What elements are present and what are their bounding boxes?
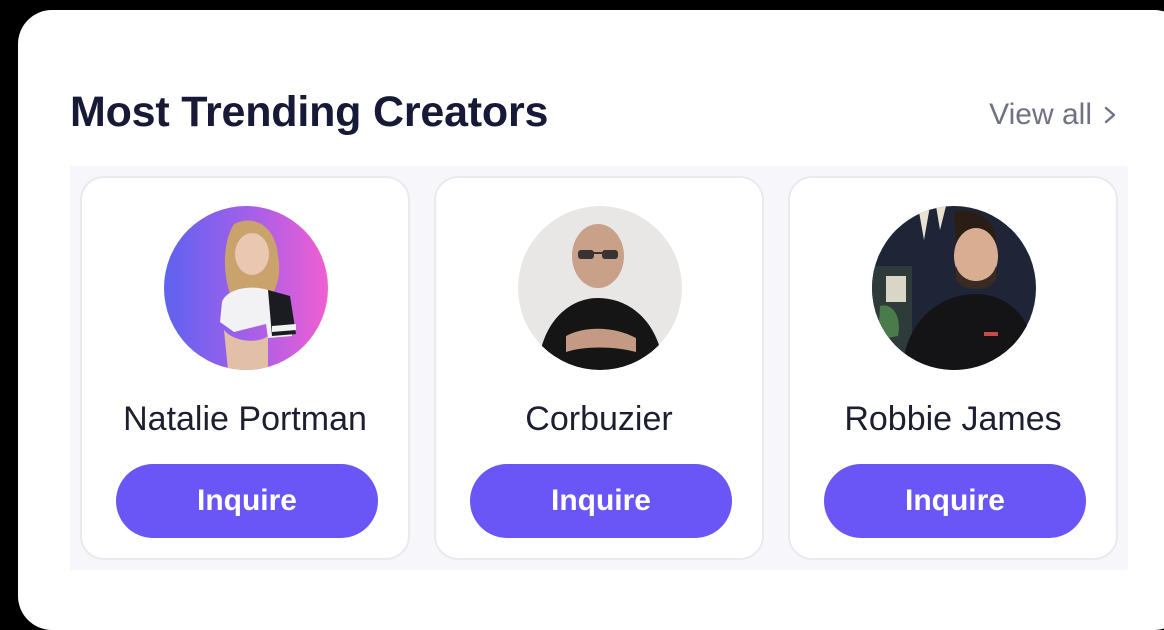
creator-name: Robbie James <box>844 400 1062 438</box>
inquire-button[interactable]: Inquire <box>824 464 1086 538</box>
creator-name: Natalie Portman <box>123 400 367 438</box>
creator-name: Corbuzier <box>525 400 673 438</box>
creator-card[interactable]: Natalie Portman Inquire <box>80 176 410 560</box>
avatar <box>164 206 328 370</box>
view-all-link[interactable]: View all <box>989 98 1118 132</box>
avatar <box>518 206 682 370</box>
chevron-right-icon <box>1104 106 1116 124</box>
creator-card[interactable]: Corbuzier Inquire <box>434 176 764 560</box>
avatar <box>872 206 1036 370</box>
view-all-label: View all <box>989 98 1092 131</box>
inquire-button[interactable]: Inquire <box>470 464 732 538</box>
creator-cards-row: Natalie Portman Inquire Corbuzier Inquir… <box>70 166 1128 570</box>
section-title: Most Trending Creators <box>70 88 549 136</box>
panel-header: Most Trending Creators View all <box>70 88 1118 144</box>
trending-creators-panel: Most Trending Creators View all Natalie … <box>18 10 1164 630</box>
inquire-button[interactable]: Inquire <box>116 464 378 538</box>
creator-card[interactable]: Robbie James Inquire <box>788 176 1118 560</box>
